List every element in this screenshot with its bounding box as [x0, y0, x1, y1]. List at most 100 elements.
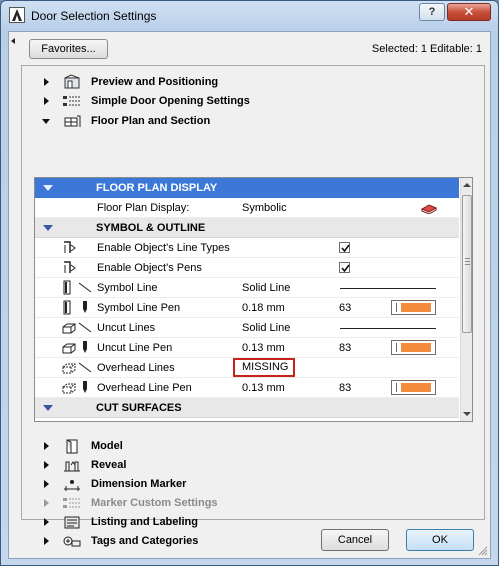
scroll-up-arrow-icon[interactable] [463, 183, 471, 187]
floor-plan-icon [64, 115, 81, 127]
floor-plan-display-icon [421, 204, 437, 214]
ok-button[interactable]: OK [406, 529, 474, 551]
cancel-button[interactable]: Cancel [321, 529, 389, 551]
listing-icon [64, 516, 80, 529]
line-type-preview [340, 328, 436, 329]
property-row-uncut-line-pen[interactable]: Uncut Line Pen 0.13 mm 83 [35, 338, 459, 358]
section-reveal[interactable]: Reveal [22, 456, 484, 475]
properties-scrollbar[interactable] [460, 178, 472, 421]
section-preview-and-positioning[interactable]: Preview and Positioning [22, 73, 484, 92]
expand-arrow-icon[interactable] [44, 480, 49, 488]
property-row-symbol-line-pen[interactable]: Symbol Line Pen 0.18 mm 63 [35, 298, 459, 318]
property-row-floor-plan-display[interactable]: Floor Plan Display: Symbolic [35, 198, 459, 218]
property-name: Overhead Lines [97, 362, 175, 374]
section-label: Marker Custom Settings [91, 497, 218, 509]
property-row-pens[interactable]: Enable Object's Pens [35, 258, 459, 278]
scroll-down-arrow-icon[interactable] [463, 412, 471, 416]
group-header-symbol-outline[interactable]: SYMBOL & OUTLINE [35, 218, 459, 238]
section-dimension-marker[interactable]: Dimension Marker [22, 475, 484, 494]
line-icon [78, 362, 92, 373]
reveal-icon [64, 461, 80, 472]
pens-checkbox[interactable] [339, 262, 350, 273]
section-model[interactable]: Model [22, 437, 484, 456]
floor-plan-properties-list[interactable]: FLOOR PLAN DISPLAY Floor Plan Display: S… [34, 177, 473, 422]
marker-custom-icon [63, 498, 80, 508]
line-icon [78, 282, 92, 293]
property-name: Symbol Line Pen [97, 302, 181, 314]
property-name: Uncut Lines [97, 322, 156, 334]
uncut-box-icon [62, 323, 76, 334]
section-label: Tags and Categories [91, 535, 199, 547]
property-row-symbol-line[interactable]: Symbol Line Solid Line [35, 278, 459, 298]
line-type-preview [340, 288, 436, 289]
pen-icon [83, 301, 87, 313]
property-row-line-types[interactable]: Enable Object's Line Types [35, 238, 459, 258]
selection-count-text: Selected: 1 Editable: 1 [371, 43, 482, 55]
section-floor-plan-and-section[interactable]: Floor Plan and Section [22, 112, 484, 131]
group-label: SYMBOL & OUTLINE [96, 222, 206, 234]
group-label: CUT SURFACES [96, 402, 182, 414]
pen-weight: 0.18 mm [242, 302, 285, 314]
thumb-grip [465, 264, 470, 265]
section-simple-door-opening-settings[interactable]: Simple Door Opening Settings [22, 92, 484, 111]
pens-icon [64, 261, 76, 273]
uncut-box-icon [62, 343, 76, 354]
group-toggle-icon[interactable] [43, 185, 53, 191]
property-value[interactable]: Solid Line [242, 322, 290, 334]
model-icon [66, 439, 78, 454]
expand-arrow-icon[interactable] [44, 97, 49, 105]
pen-number: 83 [339, 342, 352, 354]
expand-arrow-icon[interactable] [44, 518, 49, 526]
property-value[interactable]: Solid Line [242, 282, 290, 294]
missing-value-field[interactable]: MISSING [233, 358, 295, 377]
dialog-window: Door Selection Settings ? ✕ Favorites...… [0, 0, 499, 566]
window-title: Door Selection Settings [31, 9, 157, 23]
property-name: Symbol Line [97, 282, 158, 294]
favorites-button[interactable]: Favorites... [29, 39, 108, 59]
group-header-cut-surfaces[interactable]: CUT SURFACES [35, 398, 459, 418]
door-symbol-icon [63, 280, 71, 295]
collapse-arrow-icon[interactable] [42, 119, 50, 124]
dimension-marker-icon [64, 480, 80, 491]
expand-arrow-icon[interactable] [44, 461, 49, 469]
dialog-client-area: Favorites... Selected: 1 Editable: 1 Pre… [8, 31, 491, 559]
property-value[interactable]: Symbolic [242, 202, 287, 214]
property-name: Floor Plan Display: [97, 202, 190, 214]
expand-arrow-icon[interactable] [44, 78, 49, 86]
pen-number: 83 [339, 382, 352, 394]
expand-arrow-icon[interactable] [44, 537, 49, 545]
property-name: Enable Object's Line Types [97, 242, 230, 254]
scroll-thumb[interactable] [462, 195, 472, 333]
collapse-panel-arrow-icon[interactable] [11, 38, 15, 44]
pen-color-swatch[interactable] [391, 300, 436, 315]
preview-icon [64, 74, 80, 89]
close-button[interactable]: ✕ [447, 3, 491, 21]
pen-color-swatch[interactable] [391, 340, 436, 355]
thumb-grip [465, 261, 470, 262]
section-label: Dimension Marker [91, 478, 187, 490]
pen-weight: 0.13 mm [242, 342, 285, 354]
expand-arrow-icon [44, 499, 49, 507]
section-label: Floor Plan and Section [91, 115, 211, 127]
property-row-uncut-lines[interactable]: Uncut Lines Solid Line [35, 318, 459, 338]
resize-grip-icon[interactable] [478, 546, 488, 556]
property-row-overhead-lines[interactable]: Overhead Lines MISSING [35, 358, 459, 378]
overhead-box-icon [62, 363, 76, 374]
thumb-grip [465, 258, 470, 259]
line-types-checkbox[interactable] [339, 242, 350, 253]
archicad-app-icon [9, 7, 25, 23]
property-name: Enable Object's Pens [97, 262, 202, 274]
line-icon [78, 322, 92, 333]
title-bar[interactable]: Door Selection Settings ? ✕ [1, 1, 498, 31]
pen-icon [83, 381, 87, 393]
group-toggle-icon[interactable] [43, 405, 53, 411]
expand-arrow-icon[interactable] [44, 442, 49, 450]
property-row-overhead-line-pen[interactable]: Overhead Line Pen 0.13 mm 83 [35, 378, 459, 398]
overhead-box-icon [62, 383, 76, 394]
pen-color-swatch[interactable] [391, 380, 436, 395]
pen-icon [83, 341, 87, 353]
group-header-floor-plan-display[interactable]: FLOOR PLAN DISPLAY [35, 178, 459, 198]
property-name: Overhead Line Pen [97, 382, 192, 394]
group-toggle-icon[interactable] [43, 225, 53, 231]
help-button[interactable]: ? [419, 3, 445, 21]
